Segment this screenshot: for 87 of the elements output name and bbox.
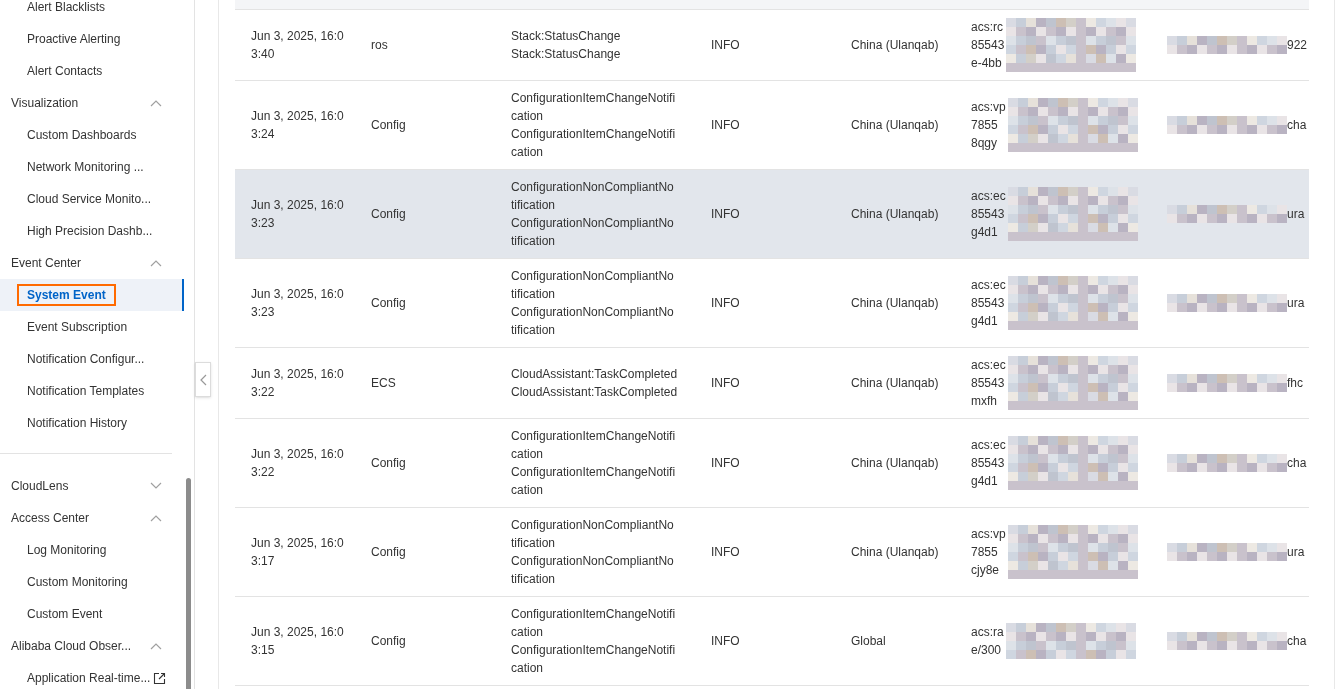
table-cell-text: Config (371, 295, 407, 312)
table-cell-text: INFO (711, 37, 741, 54)
table-cell-text: INFO (711, 375, 741, 392)
chevron-up-icon (150, 514, 162, 522)
table-cell-text: acs:vp 7855 cjy8e (971, 526, 1007, 579)
chevron-down-icon (150, 482, 162, 490)
nav-item[interactable]: Custom Monitoring (0, 566, 184, 598)
chevron-up-icon (150, 99, 162, 107)
table-cell-text: INFO (711, 633, 741, 650)
table-cell-text: ura (1287, 544, 1305, 561)
table-cell-text: acs:ec 85543 g4d1 (971, 437, 1007, 490)
nav-item[interactable]: Application Real-time... (0, 662, 184, 689)
table-cell-text: Jun 3, 2025, 16:0 3:22 (250, 446, 345, 481)
table-cell-text: China (Ulanqab) (851, 206, 940, 223)
table-cell-text: China (Ulanqab) (851, 117, 940, 134)
highlight-frame: System Event (17, 284, 116, 306)
table-cell-text: cha (1287, 455, 1307, 472)
table-cell-text: Jun 3, 2025, 16:0 3:23 (250, 286, 345, 321)
table-cell-text: INFO (711, 544, 741, 561)
table-cell-text: ConfigurationNonCompliantNo tification ConfigurationNonCompliantNo tification (511, 179, 675, 250)
scrollbar[interactable] (186, 478, 191, 689)
nav-item[interactable]: Custom Dashboards (0, 119, 184, 151)
table-cell-text: ConfigurationItemChangeNotifi cation ConfigurationItemChangeNotifi cation (511, 428, 677, 499)
nav-item[interactable]: Cloud Service Monito... (0, 183, 184, 215)
nav-item[interactable]: Custom Event (0, 598, 184, 630)
nav-item[interactable]: Log Monitoring (0, 534, 184, 566)
nav-item[interactable]: Notification Templates (0, 375, 184, 407)
nav-group-header[interactable]: CloudLens (0, 470, 184, 502)
nav-item[interactable]: Notification History (0, 407, 184, 439)
table-cell-text: China (Ulanqab) (851, 295, 940, 312)
table-cell-text: INFO (711, 295, 741, 312)
table-cell-text: China (Ulanqab) (851, 375, 940, 392)
nav-group-header[interactable]: Visualization (0, 87, 184, 119)
table-cell-text: INFO (711, 206, 741, 223)
nav-item[interactable]: Proactive Alerting (0, 23, 184, 55)
table-cell-text: ConfigurationItemChangeNotifi cation ConfigurationItemChangeNotifi cation (511, 90, 677, 161)
chevron-up-icon (150, 259, 162, 267)
table-cell-text: acs:ec 85543 mxfh (971, 357, 1007, 410)
table-cell-text: Jun 3, 2025, 16:0 3:23 (250, 197, 345, 232)
table-cell-text: Stack:StatusChange Stack:StatusChange (511, 28, 622, 63)
table-cell-text: China (Ulanqab) (851, 544, 940, 561)
table-cell-text: ECS (371, 375, 397, 392)
table-cell-text: Jun 3, 2025, 16:0 3:15 (250, 624, 345, 659)
table-cell-text: Config (371, 206, 407, 223)
table-cell-text: Jun 3, 2025, 16:0 3:24 (250, 108, 345, 143)
table-cell-text: ura (1287, 295, 1305, 312)
table-cell-text: INFO (711, 117, 741, 134)
nav-group-header[interactable]: Alibaba Cloud Obser... (0, 630, 184, 662)
table-cell-text: INFO (711, 455, 741, 472)
table-cell-text: acs:ec 85543 g4d1 (971, 277, 1007, 330)
table-cell-text: cha (1287, 633, 1307, 650)
nav-group-header[interactable]: Event Center (0, 247, 184, 279)
table-cell-text: ConfigurationItemChangeNotifi cation ConfigurationItemChangeNotifi cation (511, 606, 677, 677)
nav-group-header[interactable]: Access Center (0, 502, 184, 534)
nav-item[interactable]: System Event (0, 279, 184, 311)
table-cell-text: CloudAssistant:TaskCompleted CloudAssistant:TaskCompleted (511, 366, 679, 401)
table-cell-text: 922 (1287, 37, 1308, 54)
table-cell-text: China (Ulanqab) (851, 37, 940, 54)
table-cell-text: acs:ra e/300 (971, 624, 1005, 659)
table-cell-text: ura (1287, 206, 1305, 223)
table-cell-text: fhc (1287, 375, 1303, 392)
nav-item[interactable]: High Precision Dashb... (0, 215, 184, 247)
table-cell-text: Global (851, 633, 887, 650)
table-cell-text: Config (371, 633, 407, 650)
table-cell-text: Jun 3, 2025, 16:0 3:40 (250, 28, 345, 63)
table-cell-text: China (Ulanqab) (851, 455, 940, 472)
nav-item[interactable]: Event Subscription (0, 311, 184, 343)
chevron-up-icon (150, 642, 162, 650)
table-row[interactable]: Jun 3, 2025, 16:0 3:23 Config ConfigurationNonCompliantNo tification ConfigurationNonCompliantNo tification INFO China (Ulanqab) acs:ec 85543 g4d1 ura (235, 170, 1309, 259)
table-cell-text: Jun 3, 2025, 16:0 3:22 (250, 366, 345, 401)
nav-item[interactable]: Alert Blacklists (0, 0, 184, 23)
table-cell-text: Config (371, 455, 407, 472)
collapse-button[interactable] (195, 362, 211, 397)
table-cell-text: Jun 3, 2025, 16:0 3:17 (250, 535, 345, 570)
nav-item[interactable]: Network Monitoring ... (0, 151, 184, 183)
nav-item[interactable]: Alert Contacts (0, 55, 184, 87)
table-cell-text: Config (371, 117, 407, 134)
table-cell-text: cha (1287, 117, 1307, 134)
table-cell-text: acs:rc 85543 e-4bb (971, 19, 1006, 72)
table-cell-text: ConfigurationNonCompliantNo tification ConfigurationNonCompliantNo tification (511, 268, 675, 339)
table-cell-text: Config (371, 544, 407, 561)
nav-item[interactable]: Notification Configur... (0, 343, 184, 375)
table-cell-text: ConfigurationNonCompliantNo tification ConfigurationNonCompliantNo tification (511, 517, 675, 588)
chevron-left-icon (199, 373, 207, 386)
table-cell-text: acs:ec 85543 g4d1 (971, 188, 1007, 241)
table-cell-text: ros (371, 37, 389, 54)
table-cell-text: acs:vp 7855 8qgy (971, 99, 1007, 152)
